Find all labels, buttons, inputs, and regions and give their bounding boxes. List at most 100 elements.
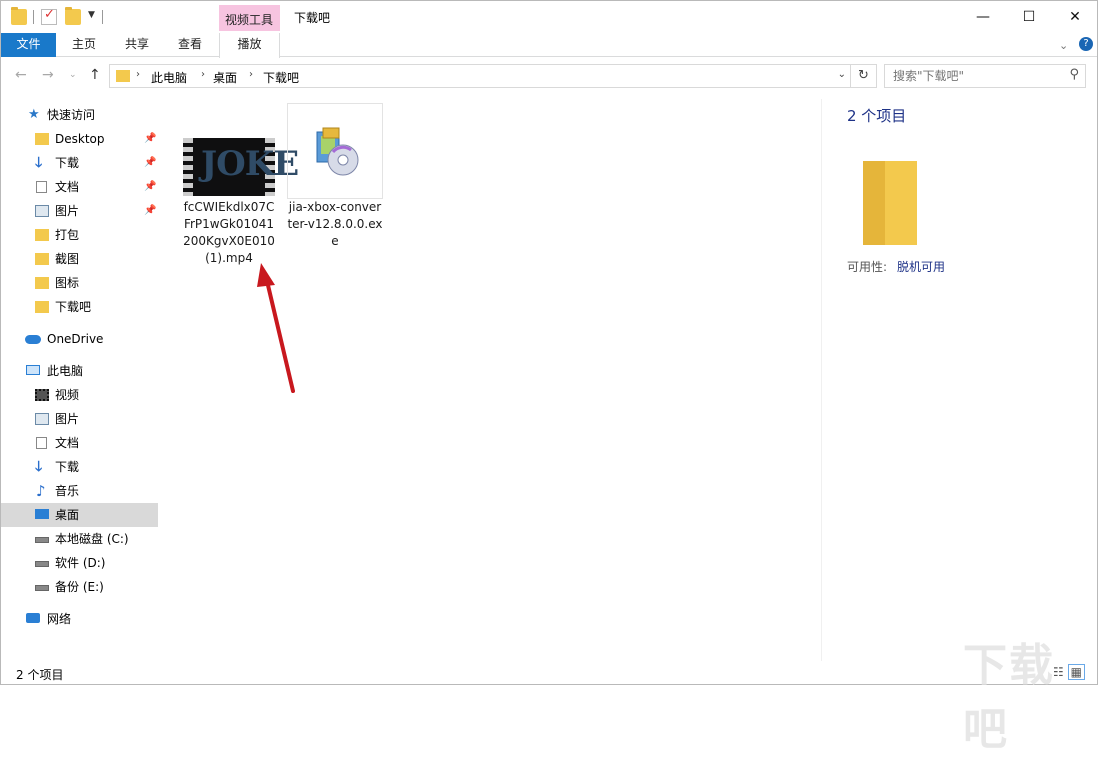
annotation-arrow: [257, 263, 295, 393]
chevron-down-icon[interactable]: ⌄: [1059, 39, 1068, 52]
nav-label: 软件 (D:): [55, 556, 106, 570]
nav-item-pc-documents[interactable]: 文档: [1, 431, 158, 455]
nav-label: 打包: [55, 228, 80, 242]
nav-network[interactable]: 网络: [1, 607, 158, 631]
divider: [102, 10, 103, 24]
nav-label: 快速访问: [47, 108, 96, 122]
tab-view[interactable]: 查看: [167, 33, 213, 57]
folder-icon: [35, 253, 49, 265]
video-tools-label: 视频工具: [225, 13, 274, 27]
document-icon: [36, 181, 47, 193]
folder-icon: [863, 161, 917, 245]
nav-item-icons[interactable]: 图标: [1, 271, 158, 295]
tab-play[interactable]: 播放: [219, 33, 280, 58]
nav-label: 截图: [55, 252, 80, 266]
folder-icon: [35, 301, 49, 313]
refresh-button[interactable]: ↻: [851, 64, 877, 88]
breadcrumb-desktop[interactable]: 桌面: [213, 69, 237, 86]
nav-label: 音乐: [55, 484, 80, 498]
preview-item-count: 2 个项目: [847, 107, 907, 125]
film-strip: [183, 138, 193, 196]
close-button[interactable]: ✕: [1052, 1, 1098, 33]
nav-item-pictures[interactable]: 图片 📌: [1, 199, 158, 223]
nav-item-documents[interactable]: 文档 📌: [1, 175, 158, 199]
installer-icon: [316, 127, 359, 176]
nav-label: 此电脑: [47, 364, 84, 378]
video-tools-tab-group: 视频工具: [219, 5, 280, 31]
chevron-right-icon[interactable]: ›: [136, 69, 140, 80]
tab-file[interactable]: 文件: [1, 33, 56, 57]
folder-icon: [116, 70, 130, 82]
document-icon: [36, 437, 47, 449]
nav-item-pack[interactable]: 打包: [1, 223, 158, 247]
nav-item-drive-d[interactable]: 软件 (D:): [1, 551, 158, 575]
nav-item-drive-e[interactable]: 备份 (E:): [1, 575, 158, 599]
divider: [821, 99, 822, 661]
search-box[interactable]: ⚲: [884, 64, 1086, 88]
chevron-right-icon[interactable]: ›: [201, 69, 205, 80]
pin-icon: 📌: [144, 157, 157, 168]
download-icon: 🡓: [35, 459, 43, 475]
folder-icon: [35, 277, 49, 289]
up-arrow-icon[interactable]: ↑: [89, 67, 101, 83]
chevron-right-icon[interactable]: ›: [249, 69, 253, 80]
nav-item-music[interactable]: ♪ 音乐: [1, 479, 158, 503]
picture-icon: [35, 413, 49, 425]
nav-item-pc-pictures[interactable]: 图片: [1, 407, 158, 431]
file-item-exe[interactable]: jia-xbox-converter-v12.8.0.0.exe: [287, 103, 383, 275]
forward-arrow-icon[interactable]: →: [42, 67, 54, 83]
nav-label: Desktop: [55, 132, 105, 146]
nav-item-videos[interactable]: 视频: [1, 383, 158, 407]
nav-item-screenshots[interactable]: 截图: [1, 247, 158, 271]
breadcrumb-downloads[interactable]: 下载吧: [263, 69, 299, 86]
nav-label: 图片: [55, 412, 80, 426]
chevron-down-icon[interactable]: ⌄: [838, 69, 846, 80]
nav-label: 图片: [55, 204, 80, 218]
properties-icon[interactable]: [41, 7, 57, 25]
file-thumbnail: [287, 103, 383, 199]
search-icon[interactable]: ⚲: [1069, 67, 1079, 82]
nav-label: OneDrive: [47, 332, 104, 346]
nav-item-downloads[interactable]: 🡓 下载 📌: [1, 151, 158, 175]
download-icon: 🡓: [35, 155, 43, 171]
breadcrumb-this-pc[interactable]: 此电脑: [151, 69, 187, 86]
watermark: 下载吧: [963, 640, 1055, 755]
pin-icon: 📌: [144, 205, 157, 216]
music-icon: ♪: [36, 482, 46, 500]
back-arrow-icon[interactable]: ←: [15, 67, 27, 83]
maximize-button[interactable]: ☐: [1006, 1, 1052, 33]
customize-quick-access-icon[interactable]: ▼: [88, 10, 95, 20]
address-bar[interactable]: › 此电脑 › 桌面 › 下载吧 ⌄: [109, 64, 851, 88]
file-name: fcCWIEkdlx07CFrP1wGk01041200KgvX0E010(1)…: [183, 200, 275, 265]
nav-label: 下载吧: [55, 300, 92, 314]
nav-item-drive-c[interactable]: 本地磁盘 (C:): [1, 527, 158, 551]
file-name: jia-xbox-converter-v12.8.0.0.exe: [287, 200, 383, 248]
video-thumbnail: JOKE: [183, 138, 299, 196]
nav-label: 文档: [55, 436, 80, 450]
folder-icon: [35, 133, 49, 145]
minimize-button[interactable]: —: [960, 1, 1006, 33]
new-folder-icon[interactable]: [65, 7, 81, 25]
nav-this-pc[interactable]: 此电脑: [1, 359, 158, 383]
ribbon-tabs: 文件 主页 共享 查看 播放 ⌄ ?: [1, 33, 1097, 58]
tab-home[interactable]: 主页: [61, 33, 107, 57]
nav-label: 视频: [55, 388, 80, 402]
nav-label: 网络: [47, 612, 72, 626]
pin-icon: 📌: [144, 181, 157, 192]
nav-item-desktop[interactable]: Desktop 📌: [1, 127, 158, 151]
nav-item-pc-desktop[interactable]: 桌面: [1, 503, 158, 527]
help-icon[interactable]: ?: [1079, 37, 1093, 51]
nav-label: 下载: [55, 156, 80, 170]
search-input[interactable]: [893, 69, 1063, 83]
recent-locations-icon[interactable]: ⌄: [69, 70, 77, 80]
nav-onedrive[interactable]: OneDrive: [1, 327, 158, 351]
picture-icon: [35, 205, 49, 217]
nav-item-pc-downloads[interactable]: 🡓 下载: [1, 455, 158, 479]
tab-share[interactable]: 共享: [114, 33, 160, 57]
nav-item-xiazaiba[interactable]: 下载吧: [1, 295, 158, 319]
navigation-pane: ★ 快速访问 Desktop 📌 🡓 下载 📌 文档 📌 图片 📌 打包 截图 …: [1, 99, 159, 661]
nav-label: 下载: [55, 460, 80, 474]
nav-quick-access[interactable]: ★ 快速访问: [1, 103, 158, 127]
file-item-video[interactable]: JOKE fcCWIEkdlx07CFrP1wGk01041200KgvX0E0…: [181, 103, 299, 275]
network-icon: [26, 613, 40, 623]
